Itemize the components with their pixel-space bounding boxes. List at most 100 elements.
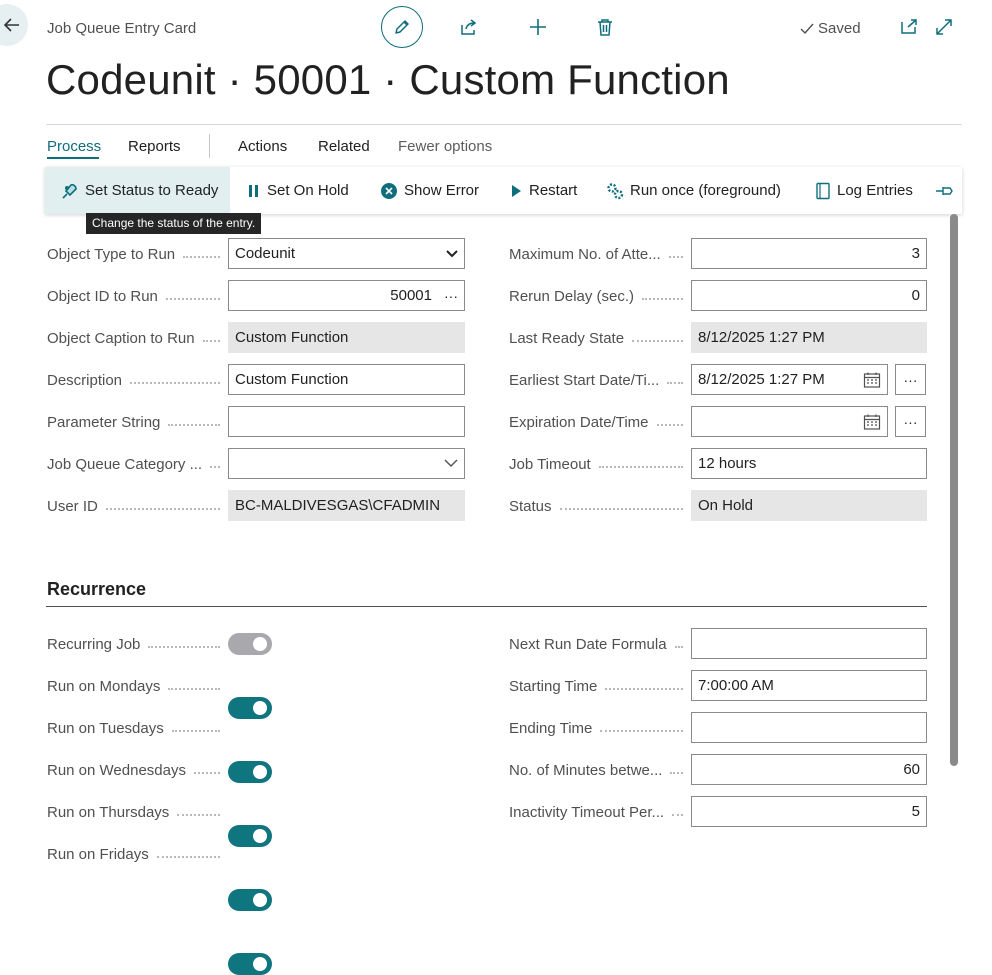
- rerun-delay-field[interactable]: 0: [691, 280, 927, 311]
- job-timeout-label: Job Timeout: [509, 456, 691, 473]
- arrow-left-icon: [3, 18, 19, 32]
- field-label: Starting Time: [509, 678, 598, 695]
- user-id-field: BC-MALDIVESGAS\CFADMIN: [228, 490, 465, 521]
- recurring-job-toggle[interactable]: [228, 633, 272, 655]
- restart-button[interactable]: Restart: [509, 167, 577, 214]
- scrollbar-thumb[interactable]: [950, 214, 958, 766]
- minutes-between-label: No. of Minutes betwe...: [509, 762, 691, 779]
- object-type-select[interactable]: Codeunit: [228, 238, 465, 269]
- label-dots: [193, 771, 220, 774]
- field-label: Recurring Job: [47, 636, 141, 653]
- set-status-ready-label: Set Status to Ready: [85, 182, 219, 199]
- field-label: Last Ready State: [509, 330, 625, 347]
- toggle-knob: [253, 829, 267, 843]
- trash-icon: [598, 19, 612, 36]
- inactivity-timeout-label: Inactivity Timeout Per...: [509, 804, 691, 821]
- delete-button[interactable]: [592, 14, 618, 40]
- back-button[interactable]: [0, 4, 28, 46]
- field-label: Object ID to Run: [47, 288, 158, 305]
- set-on-hold-button[interactable]: Set On Hold: [247, 167, 349, 214]
- label-dots: [156, 855, 220, 858]
- earliest-start-field[interactable]: 8/12/2025 1:27 PM: [691, 364, 888, 395]
- field-label: Run on Mondays: [47, 678, 161, 695]
- share-icon: [461, 19, 477, 35]
- restart-label: Restart: [529, 182, 578, 199]
- object-id-field[interactable]: 50001 ···: [228, 280, 465, 311]
- earliest-start-label: Earliest Start Date/Ti...: [509, 372, 691, 389]
- expiration-label: Expiration Date/Time: [509, 414, 691, 431]
- field-label: Run on Tuesdays: [47, 720, 164, 737]
- run-mondays-toggle[interactable]: [228, 697, 272, 719]
- field-label: Earliest Start Date/Ti...: [509, 372, 660, 389]
- status-field: On Hold: [691, 490, 927, 521]
- chevron-down-icon[interactable]: [444, 459, 458, 468]
- action-bar: Set Status to Ready Set On Hold Show Err…: [45, 167, 962, 214]
- field-label: Run on Wednesdays: [47, 762, 186, 779]
- max-attempts-field[interactable]: 3: [691, 238, 927, 269]
- label-dots: [600, 729, 683, 732]
- minutes-between-field[interactable]: 60: [691, 754, 927, 785]
- set-status-ready-button[interactable]: Set Status to Ready: [45, 167, 230, 214]
- recurrence-section-title[interactable]: Recurrence: [47, 579, 146, 600]
- field-label: Job Queue Category ...: [47, 456, 203, 473]
- run-wednesdays-toggle[interactable]: [228, 825, 272, 847]
- calendar-icon[interactable]: [863, 371, 881, 389]
- tab-fewer-options[interactable]: Fewer options: [398, 138, 492, 155]
- job-timeout-field[interactable]: 12 hours: [691, 448, 927, 479]
- toggle-knob: [253, 637, 267, 651]
- ending-time-label: Ending Time: [509, 720, 691, 737]
- open-new-window-button[interactable]: [896, 14, 922, 40]
- inactivity-timeout-field[interactable]: 5: [691, 796, 927, 827]
- label-dots: [642, 297, 683, 300]
- field-label: Inactivity Timeout Per...: [509, 804, 665, 821]
- error-icon: [381, 182, 397, 199]
- label-dots: [168, 687, 220, 690]
- label-dots: [674, 645, 683, 648]
- tab-reports[interactable]: Reports: [128, 138, 181, 155]
- tooltip: Change the status of the entry.: [86, 213, 262, 234]
- pencil-icon: [395, 20, 409, 34]
- earliest-start-more-button[interactable]: ···: [895, 364, 926, 395]
- set-ready-icon: [62, 183, 77, 199]
- tab-related[interactable]: Related: [318, 138, 370, 155]
- run-gears-icon: [607, 182, 624, 199]
- tab-actions[interactable]: Actions: [238, 138, 287, 155]
- run-tuesdays-toggle[interactable]: [228, 761, 272, 783]
- lookup-ellipsis-icon[interactable]: ···: [444, 288, 458, 304]
- run-once-label: Run once (foreground): [630, 182, 781, 199]
- parameter-string-field[interactable]: [228, 406, 465, 437]
- tab-separator: [209, 134, 210, 158]
- show-error-button[interactable]: Show Error: [380, 167, 479, 214]
- ending-time-field[interactable]: [691, 712, 927, 743]
- label-dots: [105, 507, 220, 510]
- expiration-field[interactable]: [691, 406, 888, 437]
- pin-action-bar-button[interactable]: [935, 167, 955, 214]
- label-dots: [632, 339, 683, 342]
- share-button[interactable]: [456, 14, 482, 40]
- checkmark-icon: [800, 23, 814, 34]
- field-label: User ID: [47, 498, 98, 515]
- max-attempts-label: Maximum No. of Atte...: [509, 246, 691, 263]
- tab-process[interactable]: Process: [47, 138, 101, 155]
- run-thursdays-toggle[interactable]: [228, 889, 272, 911]
- label-dots: [130, 381, 220, 384]
- section-divider: [46, 606, 927, 607]
- field-label: Job Timeout: [509, 456, 591, 473]
- job-queue-category-field[interactable]: [228, 448, 465, 479]
- expand-button[interactable]: [931, 14, 957, 40]
- edit-button[interactable]: [381, 6, 423, 48]
- recurring-job-label: Recurring Job: [47, 636, 228, 653]
- run-fridays-toggle[interactable]: [228, 953, 272, 975]
- description-field[interactable]: Custom Function: [228, 364, 465, 395]
- field-label: Status: [509, 498, 552, 515]
- object-type-label: Object Type to Run: [47, 246, 228, 263]
- label-dots: [148, 645, 220, 648]
- run-once-button[interactable]: Run once (foreground): [606, 167, 781, 214]
- toggle-knob: [253, 893, 267, 907]
- next-run-formula-field[interactable]: [691, 628, 927, 659]
- log-entries-button[interactable]: Log Entries: [815, 167, 913, 214]
- starting-time-field[interactable]: 7:00:00 AM: [691, 670, 927, 701]
- new-button[interactable]: [525, 14, 551, 40]
- expiration-more-button[interactable]: ···: [895, 406, 926, 437]
- calendar-icon[interactable]: [863, 413, 881, 431]
